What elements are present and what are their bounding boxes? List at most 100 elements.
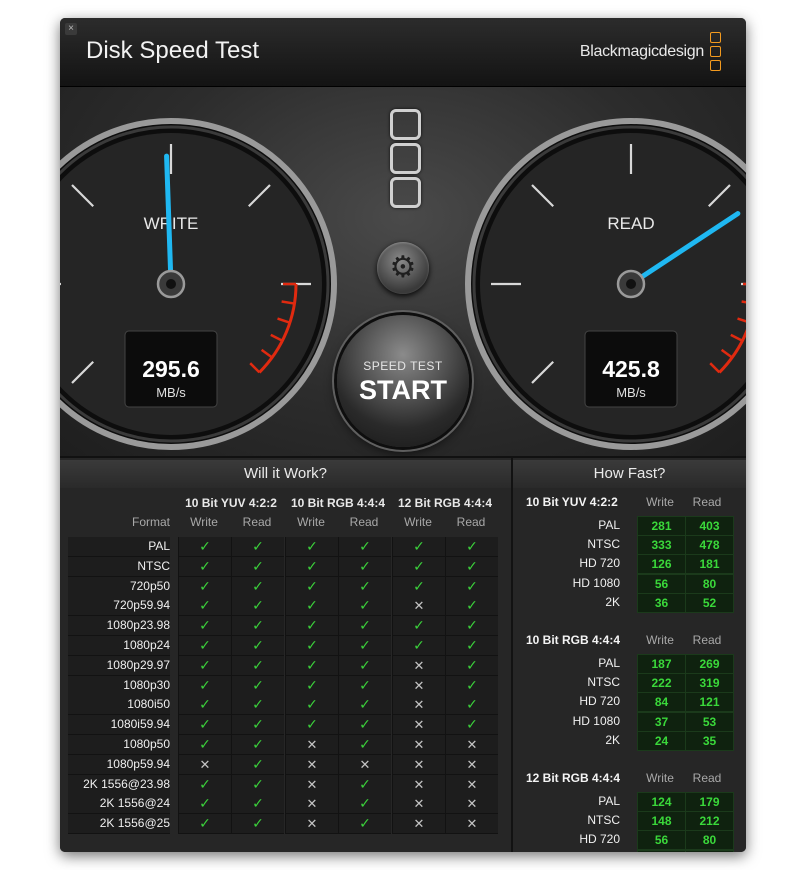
cross-icon: ✕ <box>285 774 338 795</box>
check-icon: ✓ <box>445 596 498 617</box>
fps-value: 187 <box>637 654 686 674</box>
cross-icon: ✕ <box>392 794 445 815</box>
check-icon: ✓ <box>338 735 391 755</box>
app-title: Disk Speed Test <box>86 37 259 64</box>
start-main-label: START <box>359 375 447 405</box>
slot-icon <box>390 109 421 140</box>
check-icon: ✓ <box>392 556 445 577</box>
format-label: 720p50 <box>68 576 170 597</box>
fps-value: 35 <box>685 730 734 751</box>
check-icon: ✓ <box>178 735 231 755</box>
speed-format-label: 2K <box>605 594 620 609</box>
check-icon: ✓ <box>178 675 231 696</box>
subheader-write: Write <box>404 515 432 529</box>
format-label: 1080p50 <box>68 735 170 755</box>
check-icon: ✓ <box>285 715 338 736</box>
check-icon: ✓ <box>231 616 284 637</box>
check-icon: ✓ <box>445 675 498 696</box>
settings-gear-button[interactable]: ⚙ <box>377 242 429 294</box>
speed-format-label: HD 1080 <box>572 713 620 728</box>
cross-icon: ✕ <box>392 655 445 676</box>
cross-icon: ✕ <box>392 735 445 755</box>
speed-test-start-button[interactable]: SPEED TEST START <box>337 315 469 447</box>
check-icon: ✓ <box>338 675 391 696</box>
speed-row: 2K 36 52 <box>520 592 734 613</box>
speed-format-label: PAL <box>598 656 620 670</box>
check-icon: ✓ <box>445 556 498 577</box>
format-label: 2K 1556@25 <box>68 814 170 835</box>
check-icon: ✓ <box>231 754 284 775</box>
table-row: 720p59.94 ✓ ✓ ✓ ✓ ✕ ✓ <box>68 596 498 617</box>
check-icon: ✓ <box>392 616 445 637</box>
fps-value: 269 <box>685 654 734 674</box>
speed-format-label: HD 720 <box>579 832 620 847</box>
cross-icon: ✕ <box>445 814 498 835</box>
format-label: 2K 1556@24 <box>68 794 170 815</box>
check-icon: ✓ <box>445 715 498 736</box>
cross-icon: ✕ <box>392 596 445 617</box>
speed-column-header: Write <box>646 495 674 509</box>
fps-value: 222 <box>637 673 686 694</box>
table-row: 1080p24 ✓ ✓ ✓ ✓ ✓ ✓ <box>68 636 498 656</box>
table-row: 1080p29.97 ✓ ✓ ✓ ✓ ✕ ✓ <box>68 655 498 676</box>
disk-speed-test-window: × Disk Speed Test Blackmagicdesign ⚙ SPE… <box>60 18 746 852</box>
table-row: PAL ✓ ✓ ✓ ✓ ✓ ✓ <box>68 537 498 557</box>
check-icon: ✓ <box>231 814 284 835</box>
check-icon: ✓ <box>231 735 284 755</box>
check-icon: ✓ <box>285 556 338 577</box>
cross-icon: ✕ <box>392 715 445 736</box>
cross-icon: ✕ <box>285 735 338 755</box>
cross-icon: ✕ <box>392 754 445 775</box>
check-icon: ✓ <box>338 794 391 815</box>
gauge-label: READ <box>607 214 654 233</box>
write-gauge: WRITE295.6MB/s <box>60 118 337 450</box>
check-icon: ✓ <box>178 655 231 676</box>
fps-value: 24 <box>637 849 686 852</box>
check-icon: ✓ <box>285 596 338 617</box>
check-icon: ✓ <box>285 537 338 557</box>
check-icon: ✓ <box>338 695 391 716</box>
subheader-read: Read <box>456 515 486 529</box>
check-icon: ✓ <box>445 636 498 656</box>
close-icon[interactable]: × <box>65 23 77 35</box>
speed-column-header: Read <box>692 771 722 785</box>
speed-column-header: Read <box>692 633 722 647</box>
table-row: 1080i50 ✓ ✓ ✓ ✓ ✕ ✓ <box>68 695 498 716</box>
check-icon: ✓ <box>231 655 284 676</box>
check-icon: ✓ <box>178 774 231 795</box>
check-icon: ✓ <box>338 774 391 795</box>
table-row: 1080p30 ✓ ✓ ✓ ✓ ✕ ✓ <box>68 675 498 696</box>
check-icon: ✓ <box>285 695 338 716</box>
cross-icon: ✕ <box>285 794 338 815</box>
cross-icon: ✕ <box>392 774 445 795</box>
check-icon: ✓ <box>231 537 284 557</box>
check-icon: ✓ <box>178 814 231 835</box>
fps-value: 24 <box>637 730 686 751</box>
check-icon: ✓ <box>445 655 498 676</box>
cross-icon: ✕ <box>392 695 445 716</box>
speed-format-label: HD 720 <box>579 556 620 571</box>
check-icon: ✓ <box>338 537 391 557</box>
speed-format-label: PAL <box>598 518 620 532</box>
fps-value: 179 <box>685 792 734 812</box>
table-row: 1080i59.94 ✓ ✓ ✓ ✓ ✕ ✓ <box>68 715 498 736</box>
cross-icon: ✕ <box>392 675 445 696</box>
speed-column-header: Write <box>646 633 674 647</box>
fps-value: 56 <box>637 573 686 594</box>
speed-format-label: NTSC <box>587 675 620 690</box>
cross-icon: ✕ <box>445 794 498 815</box>
fps-value: 35 <box>685 849 734 852</box>
speed-format-label: NTSC <box>587 813 620 828</box>
format-label: 1080p23.98 <box>68 616 170 637</box>
speed-row: NTSC 148 212 <box>520 811 734 832</box>
speed-row: HD 720 56 80 <box>520 830 734 851</box>
gauge-value: 295.6 <box>142 356 200 382</box>
slot-icon <box>390 177 421 208</box>
format-group-header: 10 Bit RGB 4:4:4 <box>290 496 386 510</box>
cross-icon: ✕ <box>338 754 391 775</box>
speed-format-label: 2K <box>605 732 620 747</box>
speed-format-label: HD 720 <box>579 694 620 709</box>
subheader-write: Write <box>297 515 325 529</box>
gear-icon: ⚙ <box>389 251 417 284</box>
fps-value: 212 <box>685 811 734 832</box>
